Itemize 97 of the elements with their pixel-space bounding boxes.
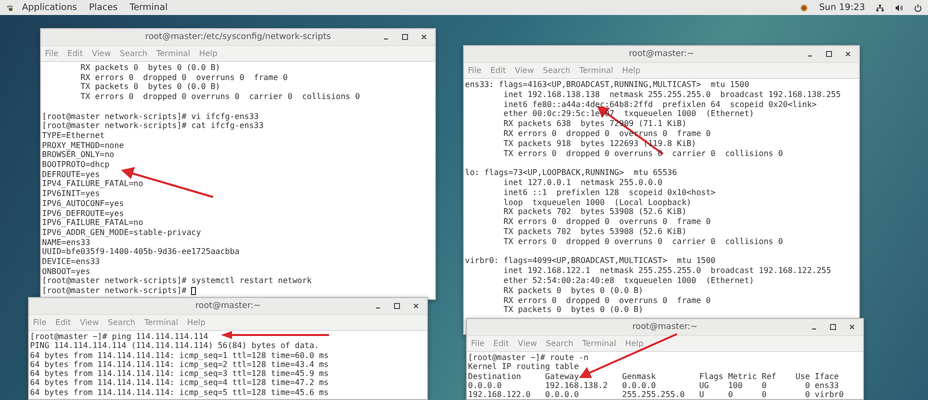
terminal-line: BOOTPROTO=dhcp: [42, 160, 110, 170]
menu-item[interactable]: File: [45, 49, 58, 58]
terminal-line: IPV6_DEFROUTE=yes: [42, 208, 124, 218]
terminal-line: IPV6_ADDR_GEN_MODE=stable-privacy: [42, 228, 201, 238]
terminal-line: 64 bytes from 114.114.114.114: icmp_seq=3 ttl=128 time=45.9 ms: [30, 369, 329, 378]
terminal-line: RX packets 702 bytes 53908 (52.6 KiB): [502, 207, 687, 218]
terminal-line: [root@master network-scripts]# systemctl restart network: [42, 276, 312, 286]
terminal-line: inet 127.0.0.1 netmask 255.0.0.0: [502, 178, 662, 188]
menu-item[interactable]: Search: [546, 339, 574, 348]
menu-item[interactable]: Search: [120, 49, 148, 58]
window-title: root@master:~: [195, 301, 261, 311]
terminal-line: IPV4_FAILURE_FATAL=no: [42, 179, 144, 190]
terminal-line: ether 52:54:00:2a:40:e8 txqueuelen 1000 (Ethernet): [502, 276, 754, 286]
terminal-line: inet6 ::1 prefixlen 128 scopeid 0x10<host>: [502, 188, 716, 198]
menu-item[interactable]: Terminal: [579, 66, 614, 75]
maximize-icon[interactable]: [400, 32, 410, 42]
menu-item[interactable]: Terminal: [582, 339, 616, 348]
terminal-line: [root@master ~]# route -n: [468, 353, 588, 362]
top-bar-menu[interactable]: Places: [88, 2, 118, 12]
terminal-line: PROXY_METHOD=none: [42, 140, 124, 150]
maximize-icon[interactable]: [824, 49, 834, 59]
maximize-icon[interactable]: [828, 322, 838, 332]
menu-item[interactable]: Help: [187, 318, 206, 327]
terminal-line: RX errors 0 dropped 0 overruns 0 frame 0: [80, 72, 288, 82]
window-title: root@master:/etc/sysconfig/network-scripts: [145, 32, 331, 42]
terminal-line: inet 192.168.138.138 netmask 255.255.255.0 broadcast 192.168.138.255: [502, 90, 841, 100]
menu-item[interactable]: File: [468, 66, 482, 75]
terminal-line: [root@master network-scripts]# vi ifcfg-ens33: [42, 112, 259, 122]
terminal-line: 0.0.0.0 192.168.138.2 0.0.0.0 UG 100 0 0 ens33: [468, 380, 839, 390]
window-title: root@master:~: [632, 322, 698, 332]
menu-item[interactable]: View: [518, 339, 537, 348]
menu-item[interactable]: File: [471, 339, 484, 348]
menu-item[interactable]: Help: [622, 66, 640, 75]
terminal-line: TX packets 0 bytes 0 (0.0 B): [80, 82, 220, 92]
top-bar-menu[interactable]: Terminal: [130, 2, 168, 12]
power-icon[interactable]: [914, 4, 922, 12]
terminal-line: Kernel IP routing table: [468, 362, 579, 372]
terminal-line: ens33: flags=4163<UP,BROADCAST,RUNNING,MULTICAST> mtu 1500: [465, 80, 750, 90]
close-icon[interactable]: [411, 301, 421, 311]
terminal-line: DEFROUTE=yes: [42, 170, 100, 180]
menu-item[interactable]: View: [80, 318, 99, 327]
terminal-line: IPV6_FAILURE_FATAL=no: [42, 218, 144, 228]
terminal-line: [root@master ~]# ping 114.114.114.114: [30, 332, 208, 342]
foot-icon: [6, 4, 14, 12]
close-icon[interactable]: [843, 49, 853, 59]
terminal-line: 192.168.122.0 0.0.0.0 255.255.255.0 U 0 0 0 virbr0: [468, 390, 844, 399]
menu-item[interactable]: View: [92, 49, 111, 58]
terminal-line: IPV6_AUTOCONF=yes: [42, 198, 124, 209]
close-icon[interactable]: [419, 32, 429, 42]
terminal-line: IPV6INIT=yes: [42, 189, 100, 199]
terminal-line: virbr0: flags=4099<UP,BROADCAST,MULTICAST> mtu 1500: [465, 256, 716, 266]
terminal-line: TX packets 702 bytes 53908 (52.6 KiB): [502, 226, 687, 237]
terminal-line: loop txqueuelen 1000 (Local Loopback): [502, 198, 692, 208]
terminal-line: 64 bytes from 114.114.114.114: icmp_seq=5 ttl=128 time=45.6 ms: [30, 388, 329, 398]
menu-item[interactable]: Edit: [67, 49, 83, 58]
terminal-line: [root@master network-scripts]# cat ifcfg-ens33: [42, 121, 264, 131]
terminal-line: TX errors 0 dropped 0 overruns 0 carrier 0 collisions 0: [502, 236, 783, 247]
terminal-line: DEVICE=ens33: [42, 257, 100, 267]
terminal-line: 64 bytes from 114.114.114.114: icmp_seq=4 ttl=128 time=47.2 ms: [30, 378, 329, 388]
terminal-line: BROWSER_ONLY=no: [42, 150, 114, 160]
terminal-line: RX packets 0 bytes 0 (0.0 B): [502, 286, 644, 296]
menu-item[interactable]: Help: [625, 339, 644, 348]
terminal-line: RX errors 0 dropped 0 overruns 0 frame 0: [502, 217, 711, 227]
clock[interactable]: Sun 19:23: [819, 2, 865, 12]
terminal-line: 64 bytes from 114.114.114.114: icmp_seq=2 ttl=128 time=43.4 ms: [30, 360, 329, 370]
top-bar-menu[interactable]: Applications: [22, 2, 77, 12]
menu-item[interactable]: Edit: [490, 66, 506, 75]
menu-item[interactable]: Edit: [493, 339, 509, 348]
terminal-line: TYPE=Ethernet: [42, 130, 105, 141]
status-icon[interactable]: [800, 4, 808, 12]
menu-item[interactable]: Search: [108, 318, 136, 327]
terminal-line: Destination Gateway Genmask Flags Metric Ref Use Iface: [468, 372, 839, 381]
terminal-line: UUID=bfe035f9-1400-405b-9d36-ee1725aacbba: [42, 247, 240, 258]
terminal-line: 64 bytes from 114.114.114.114: icmp_seq=1 ttl=128 time=60.0 ms: [30, 350, 329, 360]
terminal-line: RX packets 0 bytes 0 (0.0 B): [80, 63, 220, 73]
menu-item[interactable]: Help: [199, 49, 218, 58]
terminal-line: inet6 fe80::a44a:4dec:64b8:2ffd prefixlen 64 scopeid 0x20<link>: [502, 100, 817, 110]
menu-item[interactable]: File: [33, 318, 46, 327]
terminal-line: TX errors 0 dropped 0 overruns 0 carrier 0 collisions 0: [80, 92, 360, 102]
maximize-icon[interactable]: [392, 301, 402, 311]
menu-item[interactable]: Search: [542, 66, 570, 75]
menu-item[interactable]: Terminal: [144, 318, 178, 327]
terminal-line: PING 114.114.114.114 (114.114.114.114) 56(84) bytes of data.: [30, 341, 319, 351]
speaker-icon[interactable]: [895, 4, 903, 12]
terminal-line: [root@master network-scripts]#: [42, 286, 188, 296]
terminal-line: NAME=ens33: [42, 238, 90, 248]
window-title: root@master:~: [628, 49, 694, 59]
close-icon[interactable]: [847, 322, 857, 332]
menu-item[interactable]: Edit: [55, 318, 71, 327]
terminal-line: RX errors 0 dropped 0 overruns 0 frame 0: [502, 296, 711, 306]
terminal-line: TX packets 0 bytes 0 (0.0 B): [502, 305, 644, 316]
menu-item[interactable]: View: [514, 66, 534, 75]
network-icon[interactable]: [876, 4, 884, 12]
terminal-line: lo: flags=73<UP,LOOPBACK,RUNNING> mtu 65536: [465, 168, 677, 178]
menu-item[interactable]: Terminal: [156, 49, 190, 58]
terminal-line: ONBOOT=yes: [42, 266, 90, 276]
terminal-line: inet 192.168.122.1 netmask 255.255.255.0 broadcast 192.168.122.255: [502, 266, 832, 276]
